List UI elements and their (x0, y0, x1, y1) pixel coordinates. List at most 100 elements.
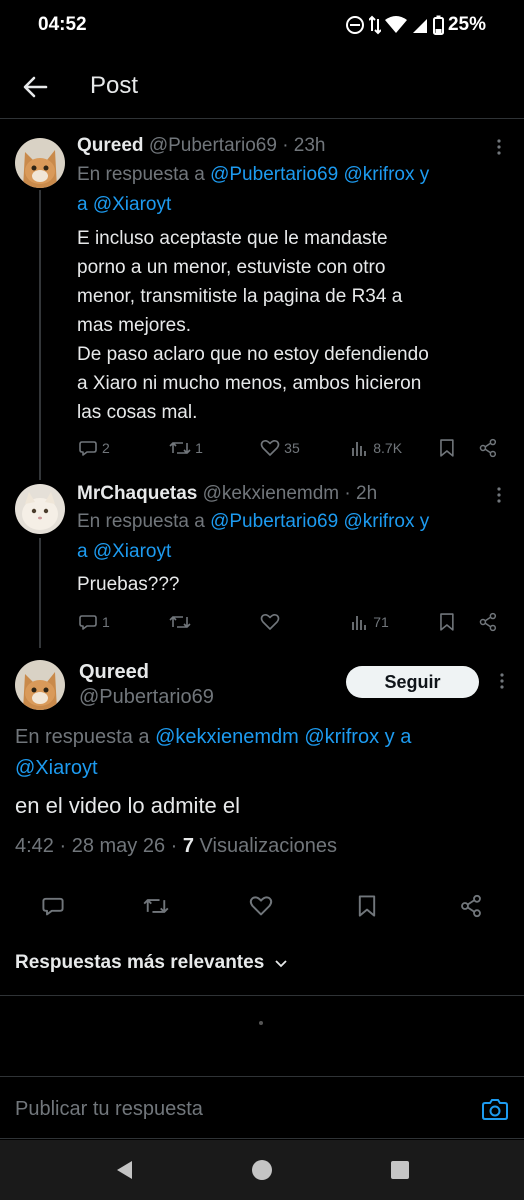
text-line: menor, transmitiste la pagina de R34 a (77, 286, 403, 307)
repost-action[interactable] (169, 612, 260, 632)
post-meta: 4:42 · 28 may 26 · 7 Visualizaciones (15, 835, 337, 858)
author-name[interactable]: Qureed (77, 135, 144, 156)
post-timestamp: 4:42 · 28 may 26 · (15, 835, 183, 857)
main-action-bar (0, 894, 524, 924)
repost-icon (169, 616, 191, 628)
reply-count: 1 (102, 614, 110, 630)
reply-action[interactable]: 2 (78, 438, 169, 458)
post-time: · 23h (282, 135, 326, 156)
more-options-icon[interactable] (489, 486, 509, 506)
reply-icon (79, 615, 97, 630)
views-action[interactable]: 8.7K (351, 439, 436, 457)
reply-mentions[interactable]: a @Xiaroyt (77, 537, 517, 567)
follow-button[interactable]: Seguir (346, 666, 479, 698)
chevron-down-icon (275, 960, 287, 968)
status-bar: 04:52 25% (0, 0, 524, 52)
replies-sort-dropdown[interactable]: Respuestas más relevantes (15, 952, 288, 974)
reply-mentions[interactable]: @Pubertario69 @krifrox y (210, 511, 429, 532)
like-count: 35 (284, 440, 300, 456)
reply-mentions[interactable]: a @Xiaroyt (77, 190, 517, 220)
nav-recents-icon[interactable] (390, 1160, 410, 1180)
reply-mentions[interactable]: @Xiaroyt (15, 753, 515, 784)
reply-prefix: En respuesta a (77, 511, 211, 532)
status-time: 04:52 (38, 14, 87, 35)
bookmark-icon[interactable] (438, 612, 456, 632)
views-chart-icon (352, 442, 367, 456)
bookmark-icon[interactable] (356, 894, 378, 918)
text-line: E incluso aceptaste que le mandaste (77, 228, 388, 249)
avatar[interactable] (15, 484, 65, 534)
sort-label: Respuestas más relevantes (15, 952, 265, 973)
more-options-icon[interactable] (492, 672, 512, 692)
heart-icon[interactable] (249, 894, 273, 918)
tweet-text: Pruebas??? (77, 570, 517, 599)
share-icon[interactable] (478, 438, 498, 458)
nav-back-icon[interactable] (114, 1159, 134, 1181)
text-line: mas mejores. (77, 315, 192, 336)
reply-icon[interactable] (41, 894, 65, 918)
author-handle[interactable]: @Pubertario69 (149, 135, 277, 156)
reply-context: En respuesta a @kekxienemdm @krifrox y a… (15, 722, 515, 784)
nav-home-icon[interactable] (251, 1159, 273, 1181)
text-line: Pruebas??? (77, 574, 180, 595)
avatar[interactable] (15, 138, 65, 188)
data-transfer-icon (368, 15, 381, 35)
app-header: Post (0, 52, 524, 118)
composer-divider (0, 1076, 524, 1077)
views-number: 7 (182, 835, 194, 857)
author-line: MrChaquetas @kekxienemdm · 2h (77, 482, 377, 506)
main-post: Qureed @Pubertario69 Seguir En respuesta… (0, 650, 524, 970)
text-line: De paso aclaro que no estoy defendiendo (77, 344, 429, 365)
view-count: 71 (373, 614, 389, 630)
reply-icon (79, 441, 97, 456)
repost-count: 1 (195, 440, 203, 456)
like-action[interactable] (260, 612, 351, 632)
reply-context: En respuesta a @Pubertario69 @krifrox y … (77, 507, 517, 567)
views-label[interactable]: Visualizaciones (194, 835, 338, 857)
reply-context: En respuesta a @Pubertario69 @krifrox y … (77, 160, 517, 220)
camera-icon[interactable] (482, 1097, 508, 1121)
reply-prefix: En respuesta a (15, 726, 156, 748)
repost-icon (169, 442, 191, 454)
author-handle[interactable]: @kekxienemdm (203, 483, 340, 504)
author-name[interactable]: MrChaquetas (77, 483, 197, 504)
more-options-icon[interactable] (489, 138, 509, 158)
views-chart-icon (352, 616, 367, 630)
reply-mentions[interactable]: @Pubertario69 @krifrox y (210, 164, 429, 185)
reply-input[interactable]: Publicar tu respuesta (15, 1098, 203, 1121)
battery-icon (432, 15, 444, 35)
post-time: · 2h (344, 483, 378, 504)
share-icon[interactable] (459, 894, 483, 918)
avatar[interactable] (15, 660, 65, 710)
reply-prefix: En respuesta a (77, 164, 211, 185)
status-icons: 25% (345, 14, 486, 36)
reply-action[interactable]: 1 (78, 612, 169, 632)
tweet[interactable]: Qureed @Pubertario69 · 23h En respuesta … (0, 130, 524, 470)
heart-icon (260, 614, 280, 630)
battery-percent: 25% (447, 14, 486, 35)
dnd-icon (345, 16, 364, 34)
author-name[interactable]: Qureed (79, 660, 149, 684)
action-bar: 2 1 35 8.7K (78, 438, 498, 458)
repost-action[interactable]: 1 (169, 438, 260, 458)
share-icon[interactable] (478, 612, 498, 632)
heart-icon (260, 440, 280, 456)
bookmark-icon[interactable] (438, 438, 456, 458)
system-nav-bar (0, 1140, 524, 1200)
views-action[interactable]: 71 (351, 613, 436, 631)
back-arrow-icon[interactable] (20, 72, 50, 102)
author-line: Qureed @Pubertario69 · 23h (77, 134, 326, 158)
text-line: porno a un menor, estuviste con otro (77, 257, 386, 278)
reply-mentions[interactable]: @kekxienemdm @krifrox y a (155, 726, 411, 748)
like-action[interactable]: 35 (260, 438, 351, 458)
composer-bottom-divider (0, 1138, 524, 1139)
author-handle[interactable]: @Pubertario69 (79, 685, 214, 709)
repost-icon[interactable] (143, 894, 169, 918)
page-title: Post (90, 72, 139, 99)
tweet[interactable]: MrChaquetas @kekxienemdm · 2h En respues… (0, 476, 524, 646)
text-line: a Xiaro ni mucho menos, ambos hicieron (77, 373, 422, 394)
text-line: las cosas mal. (77, 402, 198, 423)
action-bar: 1 71 (78, 612, 498, 632)
post-text: en el video lo admite el (15, 793, 241, 818)
loading-indicator (259, 1021, 263, 1025)
